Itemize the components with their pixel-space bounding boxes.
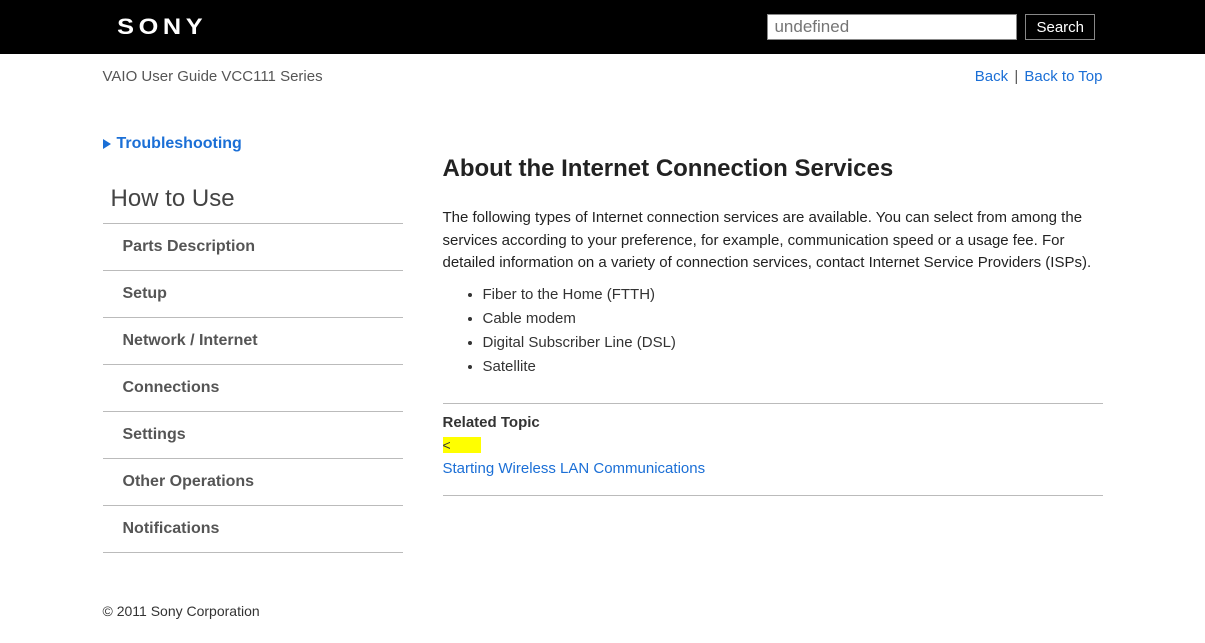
- sub-header: VAIO User Guide VCC111 Series Back | Bac…: [103, 54, 1103, 95]
- list-item: Fiber to the Home (FTTH): [483, 283, 1103, 307]
- sidebar: Troubleshooting How to Use Parts Descrip…: [103, 135, 403, 553]
- footer-copyright: © 2011 Sony Corporation: [103, 603, 1103, 619]
- back-link[interactable]: Back: [975, 68, 1008, 85]
- main-content: About the Internet Connection Services T…: [443, 135, 1103, 553]
- divider: [443, 403, 1103, 404]
- nav-other-operations[interactable]: Other Operations: [103, 459, 403, 506]
- nav-notifications[interactable]: Notifications: [103, 506, 403, 553]
- list-item: Digital Subscriber Line (DSL): [483, 331, 1103, 355]
- nav-settings[interactable]: Settings: [103, 412, 403, 459]
- top-bar: SONY Search: [0, 0, 1205, 54]
- intro-paragraph: The following types of Internet connecti…: [443, 207, 1103, 275]
- nav-network-internet[interactable]: Network / Internet: [103, 318, 403, 365]
- back-to-top-link[interactable]: Back to Top: [1024, 68, 1102, 85]
- nav-setup[interactable]: Setup: [103, 271, 403, 318]
- howto-heading: How to Use: [103, 185, 403, 224]
- nav-connections[interactable]: Connections: [103, 365, 403, 412]
- nav-links: Back | Back to Top: [975, 68, 1103, 85]
- sony-logo: SONY: [117, 14, 207, 40]
- troubleshooting-link[interactable]: Troubleshooting: [117, 135, 242, 153]
- list-item: Cable modem: [483, 307, 1103, 331]
- guide-title: VAIO User Guide VCC111 Series: [103, 68, 323, 85]
- service-list: Fiber to the Home (FTTH) Cable modem Dig…: [443, 283, 1103, 379]
- divider: [443, 495, 1103, 496]
- page-title: About the Internet Connection Services: [443, 155, 1103, 183]
- search-button[interactable]: Search: [1025, 14, 1095, 40]
- link-separator: |: [1012, 68, 1020, 85]
- troubleshooting-row: Troubleshooting: [103, 135, 403, 153]
- page-body: Troubleshooting How to Use Parts Descrip…: [103, 95, 1103, 553]
- search-wrap: Search: [767, 14, 1095, 40]
- highlight-marker: <: [443, 437, 481, 453]
- logo-box: SONY: [88, 0, 236, 54]
- list-item: Satellite: [483, 355, 1103, 379]
- chevron-right-icon: [103, 139, 111, 149]
- related-link[interactable]: Starting Wireless LAN Communications: [443, 460, 1103, 477]
- related-topic-heading: Related Topic: [443, 414, 1103, 431]
- search-input[interactable]: [767, 14, 1017, 40]
- nav-parts-description[interactable]: Parts Description: [103, 224, 403, 271]
